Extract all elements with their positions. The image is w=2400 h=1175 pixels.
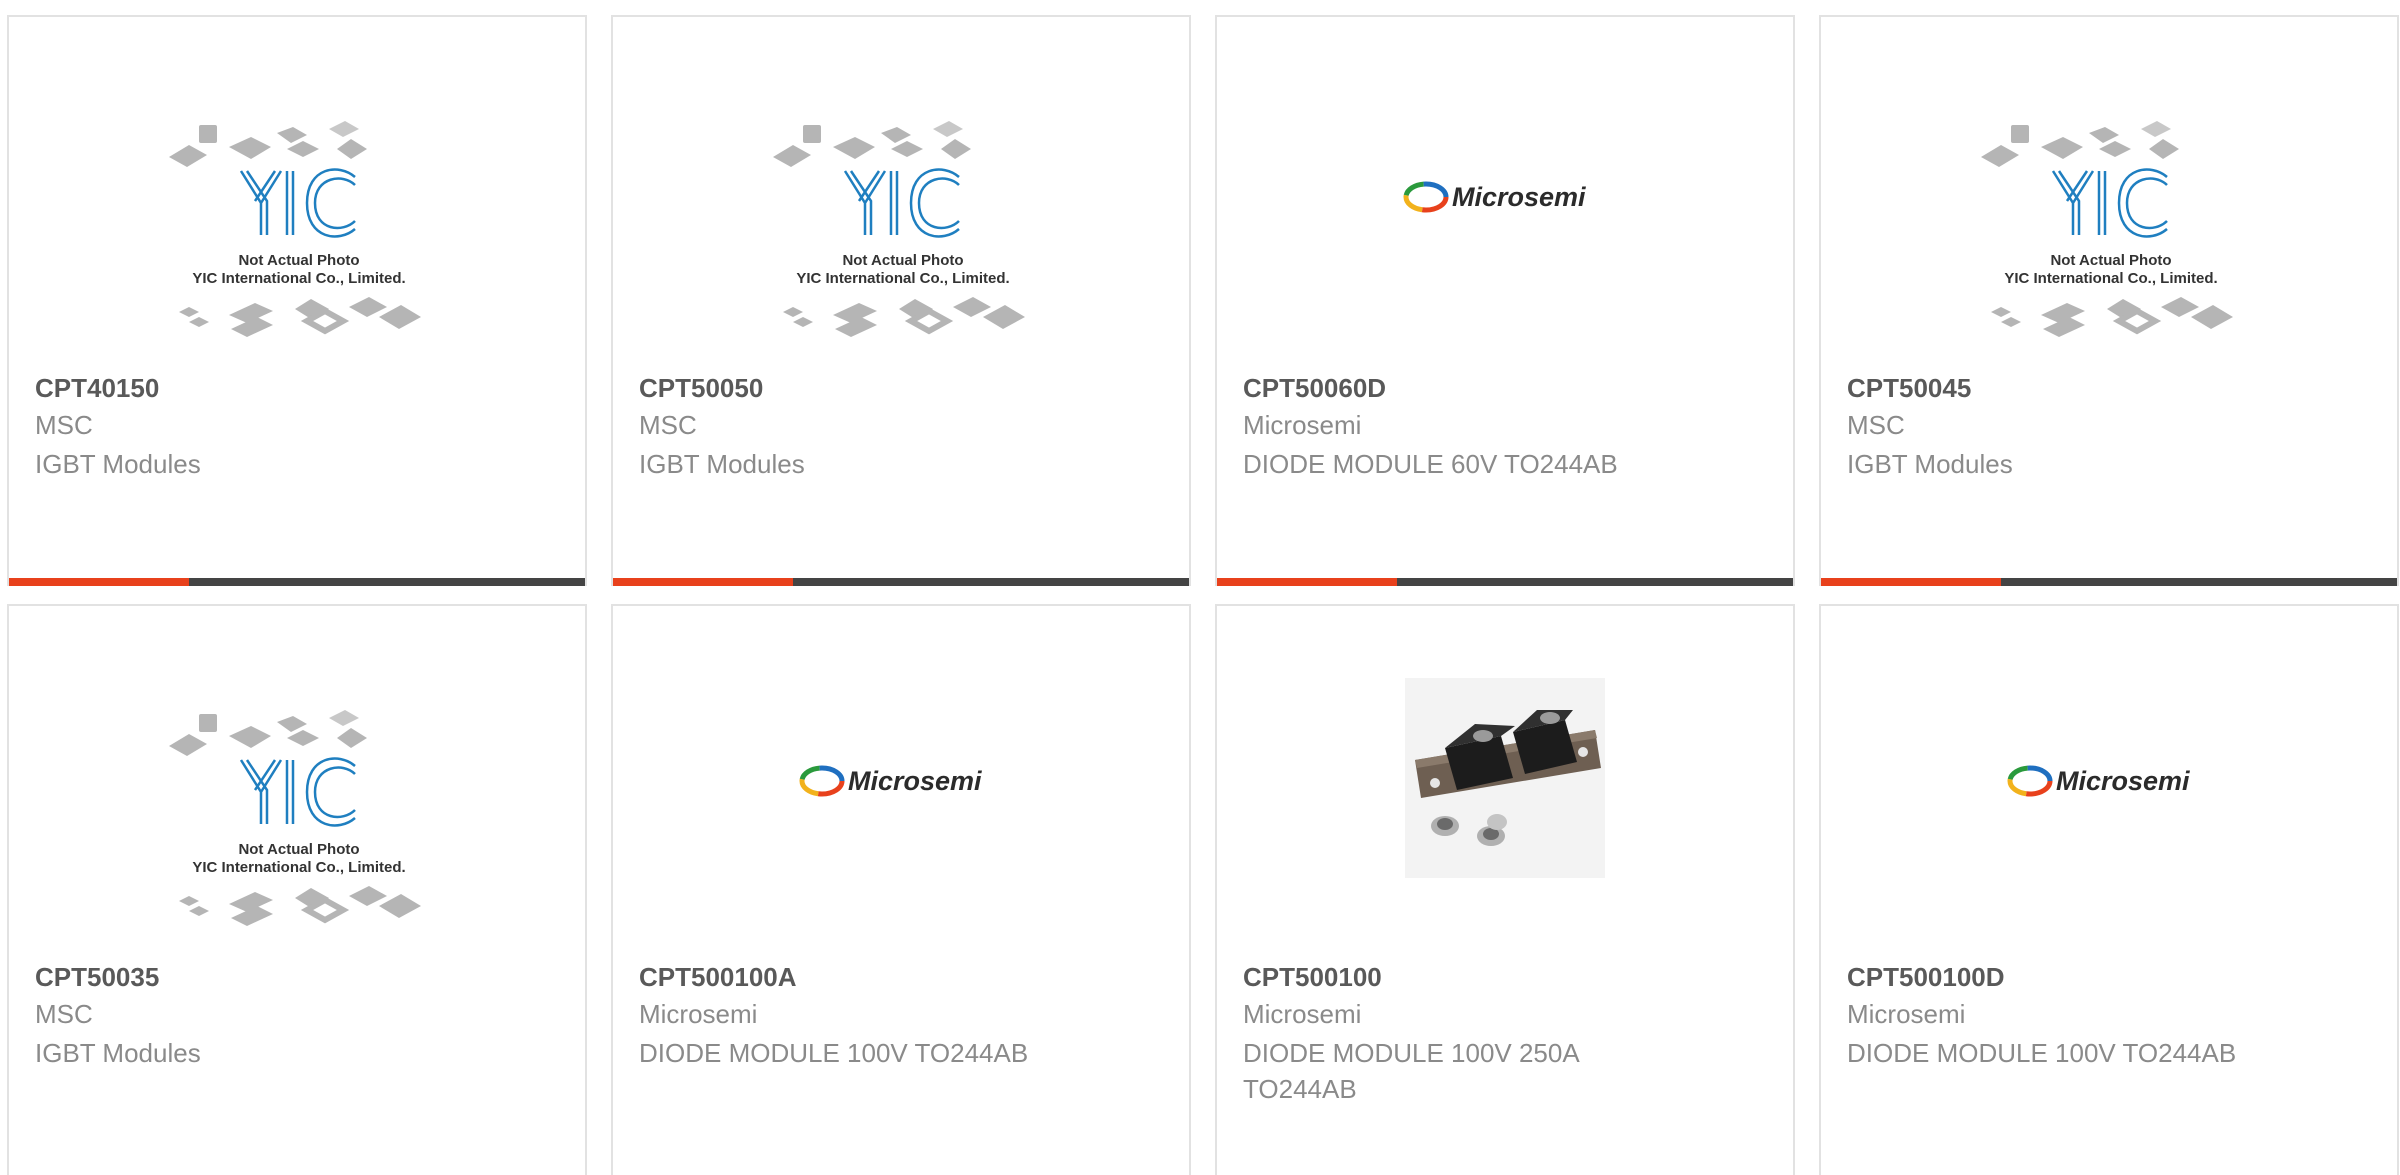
manufacturer: MSC [35,410,93,440]
microsemi-logo: Microsemi [799,765,982,797]
card-bottom-bar [1821,578,2397,586]
manufacturer: MSC [639,410,697,440]
product-image[interactable]: Not Actual Photo YIC International Co., … [1821,17,2397,347]
part-number[interactable]: CPT50035 [35,962,159,993]
product-grid: Not Actual Photo YIC International Co., … [7,15,2399,1175]
product-card[interactable]: Microsemi CPT50060D Microsemi DIODE MODU… [1215,15,1795,586]
part-number[interactable]: CPT50045 [1847,373,1971,404]
product-card[interactable]: Not Actual Photo YIC International Co., … [611,15,1191,586]
product-card[interactable]: Not Actual Photo YIC International Co., … [7,604,587,1175]
placeholder-line1: Not Actual Photo [842,252,963,269]
description: DIODE MODULE 100V TO244AB [639,1038,1029,1068]
card-bottom-bar [9,578,585,586]
product-image[interactable]: Microsemi [613,606,1189,936]
part-number[interactable]: CPT500100 [1243,962,1382,993]
placeholder-line2: YIC International Co., Limited. [2004,270,2217,287]
product-card[interactable]: Microsemi CPT500100D Microsemi DIODE MOD… [1819,604,2399,1175]
description: DIODE MODULE 100V 250A TO244AB [1243,1038,1579,1104]
part-number[interactable]: CPT500100A [639,962,797,993]
card-accent-bar [613,578,793,586]
yic-placeholder-image: Not Actual Photo YIC International Co., … [773,121,1025,337]
product-image[interactable] [1217,606,1793,936]
manufacturer: Microsemi [1243,410,1362,440]
placeholder-line1: Not Actual Photo [2050,252,2171,269]
yic-placeholder-image: Not Actual Photo YIC International Co., … [169,121,421,337]
product-image[interactable]: Not Actual Photo YIC International Co., … [9,606,585,936]
card-accent-bar [1217,578,1397,586]
placeholder-line2: YIC International Co., Limited. [192,270,405,287]
description: DIODE MODULE 60V TO244AB [1243,449,1618,479]
description: IGBT Modules [35,1038,201,1068]
card-bottom-bar [1217,578,1793,586]
card-accent-bar [9,578,189,586]
product-image[interactable]: Microsemi [1821,606,2397,936]
manufacturer: Microsemi [639,999,758,1029]
yic-placeholder-image: Not Actual Photo YIC International Co., … [1981,121,2233,337]
microsemi-logo-text: Microsemi [848,766,982,796]
product-card[interactable]: Microsemi CPT500100A Microsemi DIODE MOD… [611,604,1191,1175]
manufacturer: Microsemi [1243,999,1362,1029]
card-bottom-bar [613,578,1189,586]
product-card[interactable]: Not Actual Photo YIC International Co., … [7,15,587,586]
card-accent-bar [1821,578,2001,586]
part-number[interactable]: CPT40150 [35,373,159,404]
microsemi-logo: Microsemi [1403,181,1586,213]
microsemi-logo-text: Microsemi [1452,182,1586,212]
placeholder-line2: YIC International Co., Limited. [796,270,1009,287]
placeholder-line1: Not Actual Photo [238,252,359,269]
microsemi-logo: Microsemi [2007,765,2190,797]
placeholder-line1: Not Actual Photo [238,841,359,858]
manufacturer: MSC [35,999,93,1029]
description: IGBT Modules [639,449,805,479]
product-card[interactable]: Not Actual Photo YIC International Co., … [1819,15,2399,586]
placeholder-line2: YIC International Co., Limited. [192,859,405,876]
description: DIODE MODULE 100V TO244AB [1847,1038,2237,1068]
diode-module-photo [1405,678,1605,878]
product-image[interactable]: Not Actual Photo YIC International Co., … [9,17,585,347]
description: IGBT Modules [1847,449,2013,479]
description: IGBT Modules [35,449,201,479]
product-card[interactable]: CPT500100 Microsemi DIODE MODULE 100V 25… [1215,604,1795,1175]
part-number[interactable]: CPT500100D [1847,962,2005,993]
manufacturer: Microsemi [1847,999,1966,1029]
product-image[interactable]: Microsemi [1217,17,1793,347]
part-number[interactable]: CPT50050 [639,373,763,404]
microsemi-logo-text: Microsemi [2056,766,2190,796]
yic-placeholder-image: Not Actual Photo YIC International Co., … [169,710,421,926]
product-image[interactable]: Not Actual Photo YIC International Co., … [613,17,1189,347]
manufacturer: MSC [1847,410,1905,440]
part-number[interactable]: CPT50060D [1243,373,1386,404]
